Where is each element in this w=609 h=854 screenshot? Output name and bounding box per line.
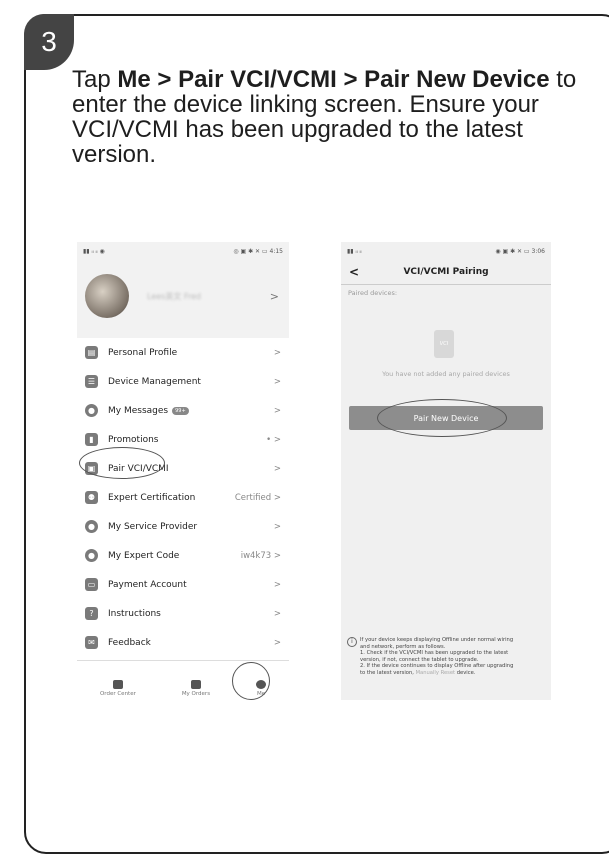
back-icon[interactable]: <	[349, 265, 359, 279]
menu-item-label: Device Management	[108, 376, 201, 387]
menu-item-device-management[interactable]: ☰ Device Management >	[77, 367, 289, 396]
menu-item-value: >	[273, 376, 281, 387]
menu-item-my-messages[interactable]: ● My Messages 99+ >	[77, 396, 289, 425]
status-bar: ▮▮ ᵢₗ ᵢₗ ◉ ▣ ✱ ✕ ▭ 3:06	[347, 247, 545, 255]
menu-item-label: Payment Account	[108, 579, 187, 590]
menu-item-value: >	[273, 521, 281, 532]
menu-icon: ●	[85, 520, 98, 533]
menu-item-value: • >	[266, 434, 281, 445]
profile-name: Lees英文 Fred	[147, 291, 202, 301]
info-icon: i	[347, 637, 357, 647]
paired-devices-label: Paired devices:	[348, 289, 398, 297]
offline-help-note: i If your device keeps displaying Offlin…	[347, 637, 547, 676]
menu-item-value: >	[273, 579, 281, 590]
pairing-screen: ▮▮ ᵢₗ ᵢₗ ◉ ▣ ✱ ✕ ▭ 3:06 < VCI/VCMI Pairi…	[341, 242, 551, 700]
avatar	[85, 274, 129, 318]
menu-item-my-expert-code[interactable]: ● My Expert Code iw4k73 >	[77, 541, 289, 570]
highlight-circle-pair-button	[377, 399, 507, 437]
highlight-circle-pair	[79, 447, 165, 479]
menu-item-value: >	[273, 405, 281, 416]
menu-icon: ●	[85, 404, 98, 417]
menu-item-value: >	[273, 463, 281, 474]
manually-reset-link[interactable]: Manually Reset	[416, 670, 456, 676]
vci-device-icon: VCI	[434, 330, 454, 358]
menu-item-value: Certified >	[234, 492, 281, 503]
tab-my-orders[interactable]: My Orders	[182, 680, 210, 697]
menu-icon: ⚉	[85, 491, 98, 504]
menu-icon: ✉	[85, 636, 98, 649]
menu-item-my-service-provider[interactable]: ● My Service Provider >	[77, 512, 289, 541]
menu-item-label: Personal Profile	[108, 347, 178, 358]
clipboard-icon	[190, 680, 201, 689]
menu-item-value: iw4k73 >	[240, 550, 281, 561]
menu-item-payment-account[interactable]: ▭ Payment Account >	[77, 570, 289, 599]
me-screen: ▮▮ ᵢₗ ᵢₗ ◉ ◎ ▣ ✱ ✕ ▭ 4:15 Lees英文 Fred > …	[77, 242, 289, 700]
nav-header: < VCI/VCMI Pairing	[341, 260, 551, 285]
menu-item-instructions[interactable]: ? Instructions >	[77, 599, 289, 628]
empty-state-text: You have not added any paired devices	[382, 370, 510, 378]
tab-order-center[interactable]: Order Center	[100, 680, 136, 697]
menu-icon: ☰	[85, 375, 98, 388]
message-count-badge: 99+	[172, 406, 189, 415]
menu-item-value: >	[273, 347, 281, 358]
menu-item-personal-profile[interactable]: ▤ Personal Profile >	[77, 338, 289, 367]
menu-item-label: Expert Certification	[108, 492, 196, 503]
menu-icon: ▤	[85, 346, 98, 359]
menu-item-value: >	[273, 608, 281, 619]
menu-item-label: My Messages	[108, 405, 169, 416]
menu-item-label: Instructions	[108, 608, 161, 619]
page-title: VCI/VCMI Pairing	[403, 267, 489, 277]
menu-icon: ?	[85, 607, 98, 620]
menu-item-expert-certification[interactable]: ⚉ Expert Certification Certified >	[77, 483, 289, 512]
menu-item-label: My Service Provider	[108, 521, 198, 532]
instruction-text: Tap Me > Pair VCI/VCMI > Pair New Device…	[72, 66, 577, 168]
menu-item-label: Promotions	[108, 434, 159, 445]
menu-icon: ●	[85, 549, 98, 562]
menu-item-feedback[interactable]: ✉ Feedback >	[77, 628, 289, 657]
highlight-circle-me	[232, 662, 270, 700]
home-icon	[112, 680, 123, 689]
menu-item-label: My Expert Code	[108, 550, 180, 561]
menu-list: ▤ Personal Profile > ☰ Device Management > ● My…	[77, 338, 289, 686]
menu-item-value: >	[273, 637, 281, 648]
menu-icon: ▮	[85, 433, 98, 446]
profile-header[interactable]: Lees英文 Fred >	[77, 260, 289, 332]
status-bar: ▮▮ ᵢₗ ᵢₗ ◉ ◎ ▣ ✱ ✕ ▭ 4:15	[83, 247, 283, 255]
chevron-right-icon: >	[269, 289, 279, 303]
menu-item-label: Feedback	[108, 637, 151, 648]
menu-icon: ▭	[85, 578, 98, 591]
instruction-path: Me > Pair VCI/VCMI > Pair New Device	[117, 66, 550, 93]
